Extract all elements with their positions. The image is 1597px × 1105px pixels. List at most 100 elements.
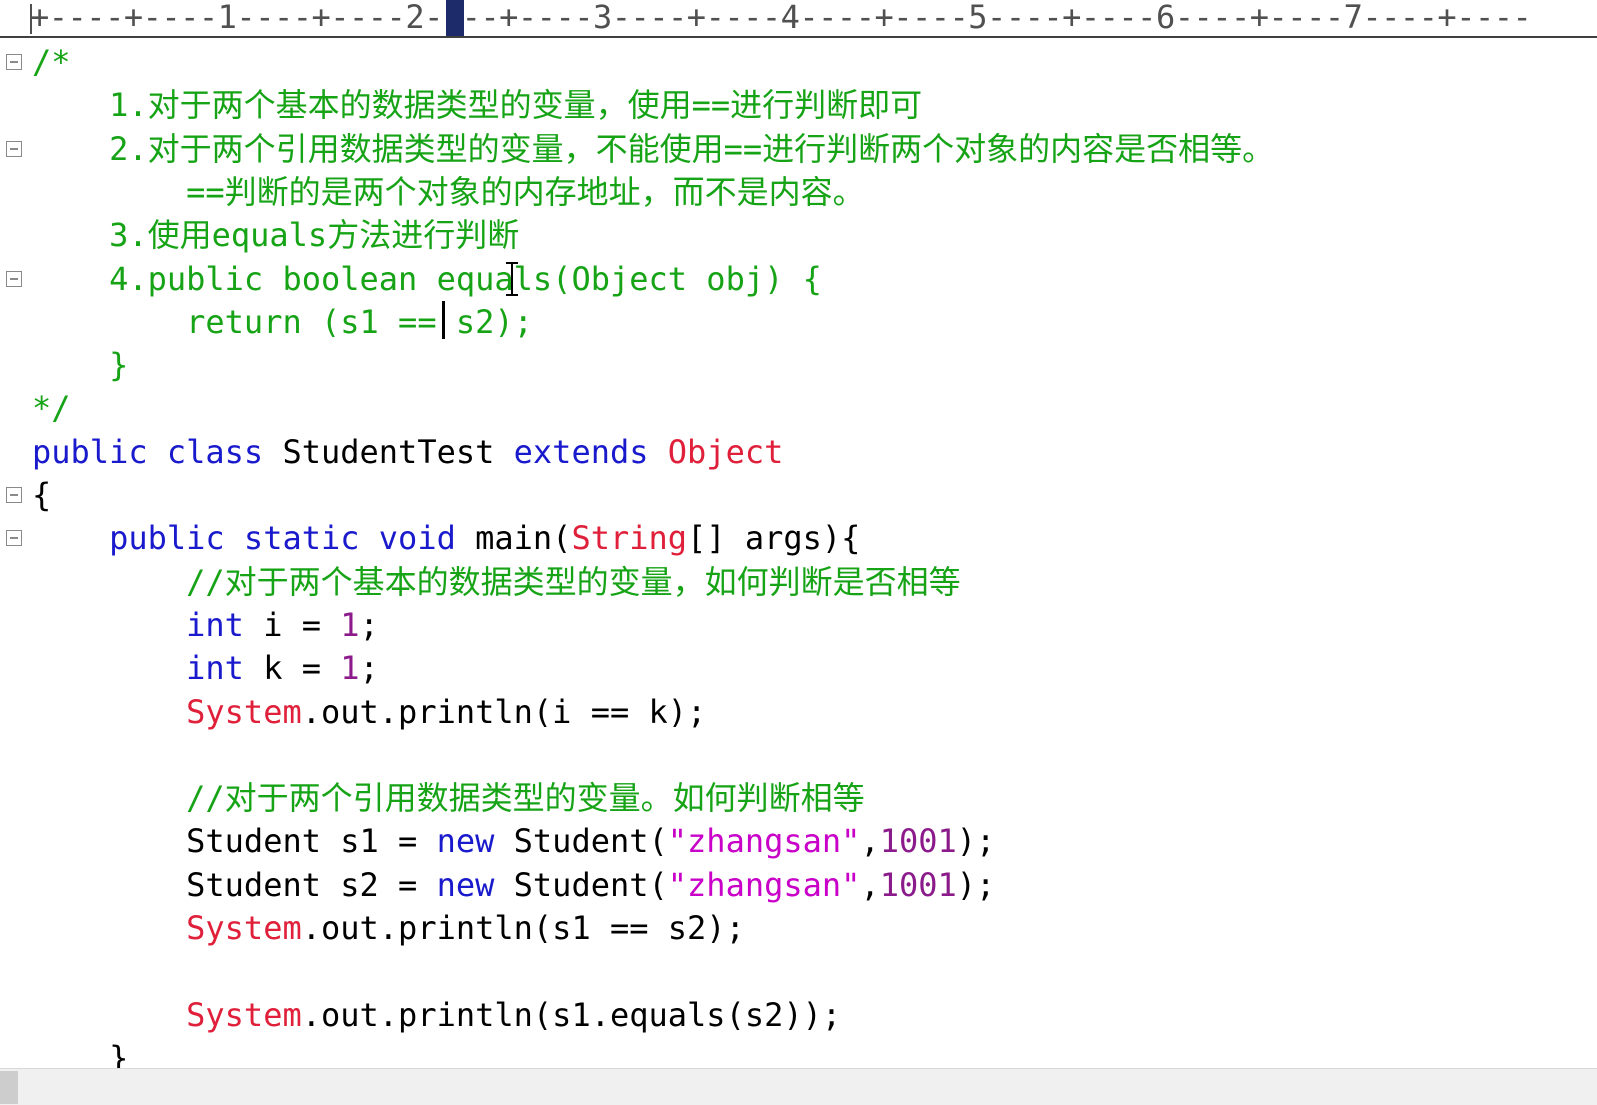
code-token: "zhangsan" (667, 865, 861, 904)
code-line[interactable]: //对于两个引用数据类型的变量。如何判断相等 (0, 776, 1597, 820)
scrollbar-thumb[interactable] (0, 1071, 18, 1104)
code-token: Student s2 = (32, 865, 437, 904)
code-line[interactable] (0, 949, 1597, 993)
code-text: int k = 1; (32, 646, 379, 690)
code-token: { (32, 476, 52, 514)
code-line[interactable]: int i = 1; (0, 603, 1597, 647)
code-token: } (32, 346, 129, 385)
code-text: System.out.println(s1.equals(s2)); (32, 993, 841, 1037)
code-token: "zhangsan" (667, 822, 861, 861)
code-token: void (378, 519, 456, 558)
code-line[interactable]: */ (0, 386, 1597, 430)
code-text: Student s2 = new Student("zhangsan",1001… (32, 863, 995, 907)
code-token: int (186, 649, 244, 688)
code-line[interactable]: //对于两个基本的数据类型的变量，如何判断是否相等 (0, 560, 1597, 604)
code-line[interactable]: System.out.println(s1 == s2); (0, 906, 1597, 950)
code-line[interactable]: } (0, 343, 1597, 387)
code-line[interactable]: public class StudentTest extends Object (0, 430, 1597, 474)
fold-toggle-icon[interactable] (6, 530, 22, 547)
fold-toggle-icon[interactable] (6, 54, 22, 70)
ruler-scale: +----+----1----+----2----+----3----+----… (30, 0, 1532, 36)
code-token: 4.public boolean equals(Object obj) { (32, 259, 822, 298)
code-line[interactable]: 1.对于两个基本的数据类型的变量，使用==进行判断即可 (0, 83, 1597, 127)
code-token: Student s1 = (32, 822, 437, 861)
code-line[interactable]: 2.对于两个引用数据类型的变量，不能使用==进行判断两个对象的内容是否相等。 (0, 127, 1597, 171)
code-token: 3.使用equals方法进行判断 (32, 216, 520, 255)
code-line[interactable]: System.out.println(s1.equals(s2)); (0, 993, 1597, 1037)
code-token: 1001 (879, 865, 957, 904)
code-text: System.out.println(i == k); (32, 690, 706, 734)
code-line[interactable]: /* (0, 40, 1597, 84)
code-token: ); (956, 822, 996, 861)
code-text-area[interactable]: /* 1.对于两个基本的数据类型的变量，使用==进行判断即可 2.对于两个引用数… (0, 38, 1597, 1068)
code-text: } (32, 343, 128, 387)
code-token: /* (32, 43, 71, 81)
code-text: 2.对于两个引用数据类型的变量，不能使用==进行判断两个对象的内容是否相等。 (32, 127, 1274, 171)
code-token: main( (455, 519, 572, 558)
text-caret (442, 301, 445, 339)
code-token: StudentTest (263, 432, 514, 471)
code-line[interactable]: 3.使用equals方法进行判断 (0, 213, 1597, 257)
code-token: ; (359, 605, 379, 644)
code-line[interactable]: ==判断的是两个对象的内存地址，而不是内容。 (0, 170, 1597, 214)
code-text: Student s1 = new Student("zhangsan",1001… (32, 819, 995, 863)
code-text: 1.对于两个基本的数据类型的变量，使用==进行判断即可 (32, 83, 922, 127)
code-token: , (860, 865, 880, 904)
code-token: //对于两个引用数据类型的变量。如何判断相等 (32, 779, 865, 818)
fold-toggle-icon[interactable] (6, 270, 22, 287)
code-editor[interactable]: +----+----1----+----2----+----3----+----… (0, 0, 1597, 1105)
fold-toggle-icon[interactable] (6, 140, 22, 157)
code-line[interactable]: 4.public boolean equals(Object obj) { (0, 257, 1597, 301)
code-line[interactable]: Student s1 = new Student("zhangsan",1001… (0, 819, 1597, 863)
code-line[interactable]: return (s1 == s2); (0, 300, 1597, 344)
code-token: i = (243, 605, 341, 644)
fold-toggle-icon[interactable] (6, 487, 22, 503)
code-text: //对于两个基本的数据类型的变量，如何判断是否相等 (32, 560, 961, 604)
code-token: */ (32, 389, 71, 428)
code-line[interactable]: { (0, 473, 1597, 517)
code-line[interactable]: public static void main(String[] args){ (0, 516, 1597, 560)
code-text: /* (32, 40, 71, 84)
code-text: */ (32, 386, 71, 430)
code-token: [] args){ (687, 519, 861, 558)
code-token: extends (513, 432, 649, 471)
code-text: } (32, 1036, 128, 1068)
code-line[interactable]: System.out.println(i == k); (0, 690, 1597, 734)
code-token: Student( (494, 822, 668, 861)
code-token: 2.对于两个引用数据类型的变量，不能使用==进行判断两个对象的内容是否相等。 (32, 129, 1275, 168)
code-token: class (166, 432, 264, 471)
code-text: 3.使用equals方法进行判断 (32, 213, 519, 257)
code-text: ==判断的是两个对象的内存地址，而不是内容。 (32, 170, 865, 214)
code-token: Student( (494, 865, 668, 904)
code-token: .out.println(s1 == s2); (301, 909, 745, 947)
code-line[interactable]: int k = 1; (0, 646, 1597, 690)
code-token: ==判断的是两个对象的内存地址，而不是内容。 (32, 172, 865, 211)
code-token: 1.对于两个基本的数据类型的变量，使用==进行判断即可 (32, 86, 923, 125)
code-token: k = (243, 649, 341, 688)
code-token: System (186, 909, 302, 947)
code-line[interactable]: Student s2 = new Student("zhangsan",1001… (0, 863, 1597, 907)
horizontal-scrollbar[interactable] (0, 1068, 1597, 1105)
column-ruler: +----+----1----+----2----+----3----+----… (0, 0, 1597, 38)
code-text: System.out.println(s1 == s2); (32, 906, 745, 950)
code-token: .out.println(s1.equals(s2)); (301, 995, 842, 1034)
code-text: public static void main(String[] args){ (32, 516, 860, 560)
code-token: static (243, 519, 360, 558)
code-token: System (186, 692, 302, 731)
code-line[interactable]: } (0, 1036, 1597, 1068)
code-token: ); (956, 865, 996, 904)
code-text: //对于两个引用数据类型的变量。如何判断相等 (32, 776, 865, 820)
code-token: String (571, 519, 688, 558)
ibeam-cursor-icon (505, 262, 519, 296)
code-text: int i = 1; (32, 603, 379, 647)
code-token: public (32, 432, 148, 471)
code-token: 1001 (879, 822, 957, 861)
code-line[interactable] (0, 733, 1597, 777)
